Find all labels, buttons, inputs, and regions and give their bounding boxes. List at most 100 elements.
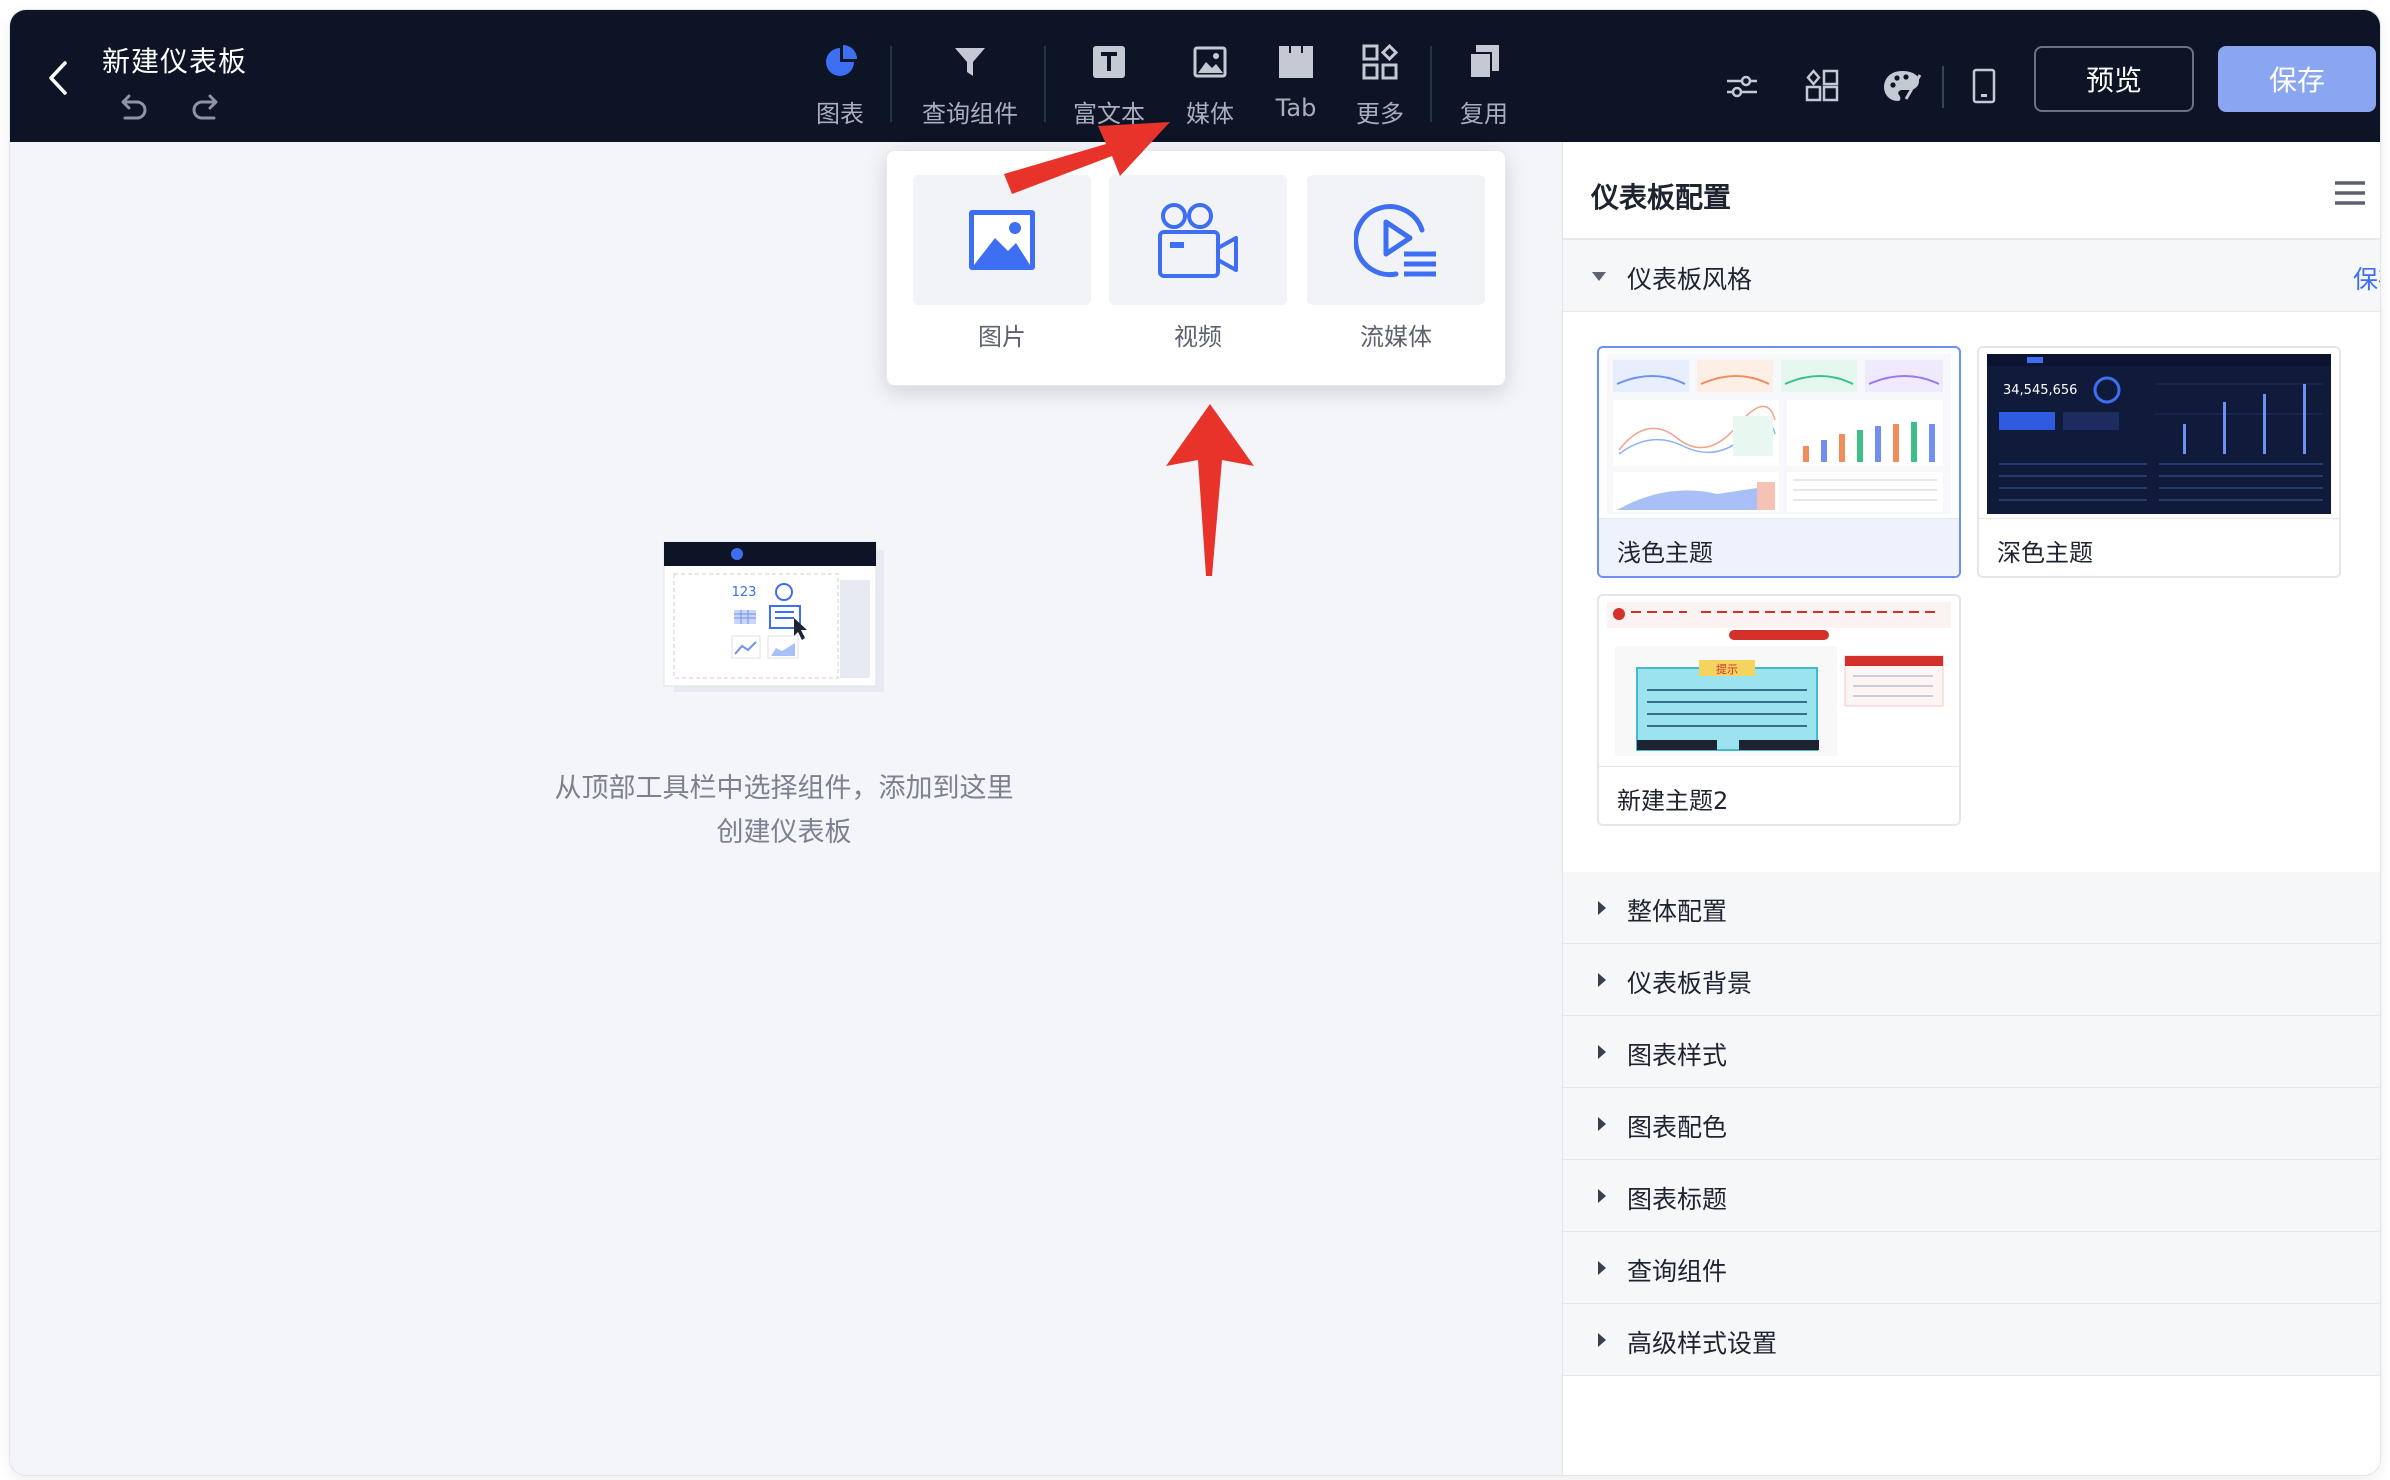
media-label: 视频 [1174,323,1222,351]
panel-title: 仪表板配置 [1591,181,1732,214]
tool-label: 图表 [816,100,864,128]
section-title: 仪表板风格 [1627,265,1753,294]
more-grid-icon [1358,40,1402,84]
theme-card-dark[interactable]: 34,545,656 深色主题 [1977,346,2341,578]
app-window: 新建仪表板 图表 查询组件 富文本 媒体 Tab 更多 复用 预览 保存 123… [10,10,2380,1475]
section-label: 仪表板背景 [1627,969,1753,998]
light-theme-thumbnail [1607,354,1951,514]
copy-icon [1462,40,1506,84]
tool-query-component[interactable]: 查询组件 [910,40,1030,136]
filter-icon [948,40,992,84]
media-tile [1109,175,1287,305]
dark-theme-thumbnail: 34,545,656 [1987,354,2331,514]
tab-icon [1274,40,1318,84]
empty-canvas-illustration: 123 [663,541,884,692]
theme-name: 新建主题2 [1599,766,1959,824]
svg-text:34,545,656: 34,545,656 [2003,383,2077,398]
caret-right-icon [1598,1261,1606,1275]
toolbar-divider [890,46,892,122]
section-chart-style[interactable]: 图表样式 [1563,1016,2380,1088]
mobile-layout-button[interactable] [1962,64,2006,108]
caret-right-icon [1598,973,1606,987]
theme-palette-button[interactable] [1880,64,1924,108]
tool-label: 媒体 [1186,100,1234,128]
sliders-icon [1727,75,1757,98]
caret-right-icon [1598,1189,1606,1203]
redo-icon [192,94,218,120]
section-overall-config[interactable]: 整体配置 [1563,872,2380,944]
media-tile [913,175,1091,305]
tool-tab[interactable]: Tab [1266,40,1326,136]
media-label: 图片 [978,323,1026,351]
panel-header: 仪表板配置 [1563,142,2380,240]
pie-chart-icon [818,40,862,84]
image-icon [1188,40,1232,84]
settings-sliders-button[interactable] [1720,64,1764,108]
media-popover: 图片 视频 流媒体 [886,150,1506,386]
rich-text-icon [1087,40,1131,84]
media-tile [1307,175,1485,305]
section-chart-colors[interactable]: 图表配色 [1563,1088,2380,1160]
tool-label: 查询组件 [922,100,1018,128]
section-label: 高级样式设置 [1627,1329,1778,1358]
layout-grid-icon [1805,69,1839,102]
section-label: 图表标题 [1627,1185,1728,1214]
section-label: 查询组件 [1627,1257,1728,1286]
preview-button[interactable]: 预览 [2034,46,2194,112]
save-theme-link[interactable]: 保存 [2353,260,2380,296]
palette-icon [1884,71,1922,101]
toolbar-divider [1942,66,1944,108]
video-camera-icon [1158,203,1238,278]
media-item-video[interactable]: 视频 [1109,175,1287,365]
hamburger-menu-icon[interactable] [2333,178,2367,208]
empty-hint-line-1: 从顶部工具栏中选择组件，添加到这里 [554,773,1014,804]
caret-down-icon [1592,272,1606,281]
back-button[interactable] [38,54,78,102]
empty-hint-line-2: 创建仪表板 [716,817,852,848]
picture-icon [969,210,1035,270]
section-label: 图表配色 [1627,1113,1728,1142]
media-item-image[interactable]: 图片 [913,175,1091,365]
dashboard-config-panel: 仪表板配置 仪表板风格 保存 [1562,142,2380,1475]
tool-reuse[interactable]: 复用 [1454,40,1514,136]
dashboard-title[interactable]: 新建仪表板 [102,40,247,80]
redo-button[interactable] [185,88,229,128]
media-item-streaming[interactable]: 流媒体 [1307,175,1485,365]
media-label: 流媒体 [1360,323,1432,351]
tool-media[interactable]: 媒体 [1180,40,1240,136]
undo-icon [121,94,147,120]
caret-right-icon [1598,1117,1606,1131]
tool-label: Tab [1275,94,1317,122]
tool-label: 富文本 [1073,100,1145,128]
tool-label: 复用 [1460,100,1508,128]
theme-name: 深色主题 [1979,518,2339,576]
section-label: 整体配置 [1627,897,1728,926]
theme-card-light[interactable]: 浅色主题 [1597,346,1961,578]
svg-text:123: 123 [732,585,757,600]
custom-theme-thumbnail: 提示 [1607,602,1951,762]
tool-rich-text[interactable]: 富文本 [1066,40,1152,136]
chevron-left-icon [49,61,67,95]
tool-more[interactable]: 更多 [1350,40,1410,136]
caret-right-icon [1598,901,1606,915]
section-query-component[interactable]: 查询组件 [1563,1232,2380,1304]
section-dashboard-background[interactable]: 仪表板背景 [1563,944,2380,1016]
undo-button[interactable] [110,88,154,128]
theme-card-custom[interactable]: 提示 新建主题2 [1597,594,1961,826]
tool-label: 更多 [1356,100,1404,128]
top-toolbar: 新建仪表板 图表 查询组件 富文本 媒体 Tab 更多 复用 预览 保存 [10,10,2380,142]
streaming-icon [1354,204,1436,278]
section-dashboard-style[interactable]: 仪表板风格 保存 [1563,240,2380,312]
section-label: 图表样式 [1627,1041,1728,1070]
layout-button[interactable] [1800,64,1844,108]
svg-text:提示: 提示 [1716,663,1738,676]
save-button[interactable]: 保存 [2218,46,2376,112]
mobile-icon [1972,68,1996,104]
section-advanced-style[interactable]: 高级样式设置 [1563,1304,2380,1376]
section-chart-title[interactable]: 图表标题 [1563,1160,2380,1232]
toolbar-divider [1044,46,1046,122]
tool-chart[interactable]: 图表 [810,40,870,136]
toolbar-divider [1430,46,1432,122]
caret-right-icon [1598,1333,1606,1347]
theme-name: 浅色主题 [1599,518,1959,576]
